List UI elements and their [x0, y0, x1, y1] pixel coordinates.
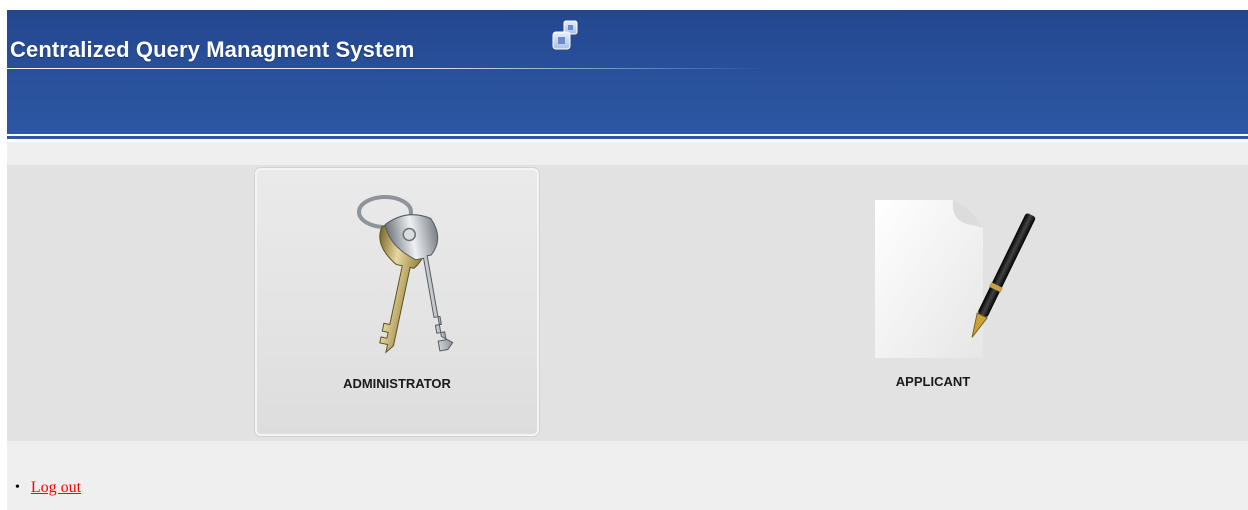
role-selection-band: ADMINISTRATOR APPLICANT [7, 165, 1248, 441]
keys-icon [357, 195, 454, 354]
bullet-icon: • [15, 480, 20, 495]
header-rule [7, 134, 1248, 142]
page: Centralized Query Managment System ADMIN… [7, 10, 1248, 510]
app-title: Centralized Query Managment System [10, 37, 415, 62]
administrator-tile[interactable]: ADMINISTRATOR [255, 168, 539, 436]
list-item: • Log out [7, 479, 81, 497]
logout-link[interactable]: Log out [31, 479, 81, 497]
document-pen-icon [875, 200, 1036, 358]
footer-links: • Log out [7, 479, 81, 497]
header-underline [7, 68, 767, 69]
stacked-squares-icon [552, 20, 578, 50]
header-banner: Centralized Query Managment System [7, 10, 1248, 134]
applicant-label: APPLICANT [895, 374, 971, 389]
applicant-tile[interactable]: APPLICANT [791, 168, 1075, 436]
administrator-label: ADMINISTRATOR [343, 376, 451, 391]
